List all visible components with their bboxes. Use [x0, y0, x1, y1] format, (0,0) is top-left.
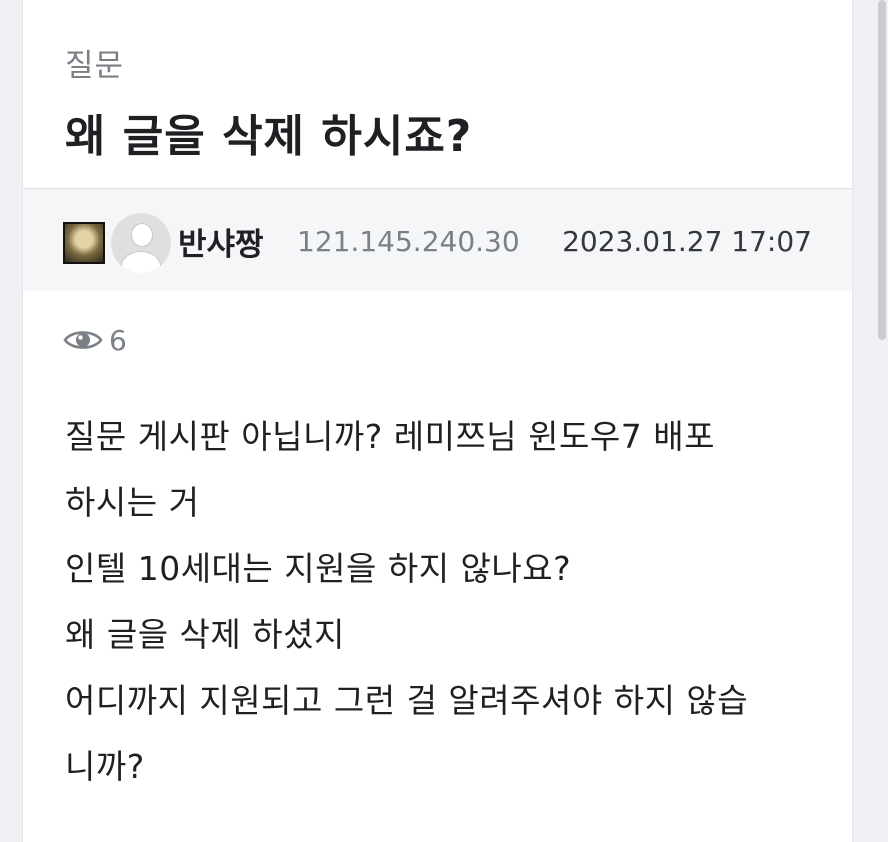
post-datetime: 2023.01.27 17:07	[562, 225, 812, 258]
post-body-line: 인텔 10세대는 지원을 하지 않나요?	[65, 549, 572, 588]
author-ip: 121.145.240.30	[297, 225, 520, 258]
post-body-line: 왜 글을 삭제 하셨지	[65, 615, 345, 654]
author-name[interactable]: 반샤짱	[178, 219, 264, 264]
post-category[interactable]: 질문	[65, 40, 124, 85]
post-title: 왜 글을 삭제 하시죠?	[65, 111, 473, 162]
view-count-value: 6	[109, 323, 127, 357]
post-body-line: 니까?	[65, 747, 145, 786]
post-body-line: 하시는 거	[65, 483, 200, 522]
level-badge-icon	[63, 222, 105, 264]
post-card: 질문 왜 글을 삭제 하시죠? 반샤짱 121.145.240.30 2023.…	[22, 0, 853, 842]
post-body: 질문 게시판 아닙니까? 레미쯔님 윈도우7 배포 하시는 거 인텔 10세대는…	[65, 404, 825, 800]
page-scrollbar[interactable]	[878, 0, 886, 340]
eye-icon	[63, 327, 103, 353]
author-bar: 반샤짱 121.145.240.30 2023.01.27 17:07	[23, 188, 852, 291]
default-avatar-icon[interactable]	[111, 213, 171, 273]
post-body-line: 질문 게시판 아닙니까? 레미쯔님 윈도우7 배포	[65, 417, 715, 456]
post-body-line: 어디까지 지원되고 그런 걸 알려주셔야 하지 않습	[65, 681, 749, 720]
avatar-body-shape	[121, 251, 161, 273]
avatar-head-shape	[131, 223, 153, 247]
view-count: 6	[63, 322, 127, 358]
